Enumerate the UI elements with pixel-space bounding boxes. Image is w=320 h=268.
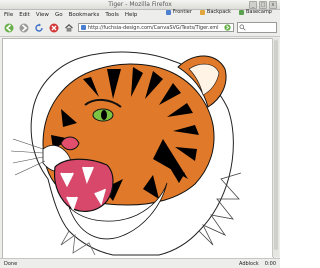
stop-icon: [49, 23, 59, 32]
bookmarks-bar: Frontier Backpack Basecamp: [165, 9, 272, 15]
adblock-indicator[interactable]: Adblock: [239, 261, 259, 267]
forward-arrow-icon: [19, 23, 29, 32]
status-right: Adblock 0:00: [239, 261, 276, 267]
go-button[interactable]: [224, 24, 231, 31]
menu-view[interactable]: View: [36, 12, 49, 18]
address-bar[interactable]: http://fuchsia-design.com/CanvaSVG/Tests…: [78, 23, 234, 32]
bookmark-basecamp[interactable]: Basecamp: [238, 9, 272, 15]
bookmark-label: Basecamp: [245, 9, 272, 15]
window-title: Tiger - Mozilla Firefox: [108, 1, 172, 8]
browser-window: Tiger - Mozilla Firefox _ □ x File Edit …: [0, 0, 280, 268]
bookmark-frontier[interactable]: Frontier: [165, 9, 192, 15]
stop-button[interactable]: [48, 22, 60, 34]
bookmark-label: Frontier: [172, 9, 192, 15]
tiger-illustration: [10, 51, 242, 256]
home-icon: [65, 23, 73, 32]
go-icon: [224, 24, 231, 31]
url-text: http://fuchsia-design.com/CanvaSVG/Tests…: [88, 24, 219, 31]
status-bar: Done Adblock 0:00: [0, 258, 280, 268]
menu-tools[interactable]: Tools: [105, 12, 119, 18]
page-favicon: [81, 25, 86, 30]
maximize-button[interactable]: □: [259, 1, 267, 9]
menu-help[interactable]: Help: [125, 12, 138, 18]
menu-go[interactable]: Go: [55, 12, 63, 18]
back-arrow-icon: [4, 23, 14, 32]
status-text: Done: [4, 260, 18, 267]
search-field[interactable]: [237, 22, 277, 33]
back-button[interactable]: [3, 22, 15, 34]
home-button[interactable]: [63, 22, 75, 34]
reload-icon: [35, 23, 43, 32]
minimize-button[interactable]: _: [249, 1, 257, 9]
menu-edit[interactable]: Edit: [19, 12, 30, 18]
bookmark-label: Backpack: [206, 9, 231, 15]
bookmark-backpack[interactable]: Backpack: [199, 9, 231, 15]
page-content: [2, 38, 274, 259]
load-time: 0:00: [264, 260, 276, 267]
search-icon: [239, 24, 246, 31]
close-button[interactable]: x: [269, 1, 277, 9]
navigation-toolbar: http://fuchsia-design.com/CanvaSVG/Tests…: [0, 19, 280, 37]
scrollbar-thumb[interactable]: [274, 40, 278, 250]
bookmark-icon: [165, 9, 171, 15]
vertical-scrollbar[interactable]: [272, 38, 279, 257]
bookmark-icon: [199, 9, 205, 15]
window-controls: _ □ x: [249, 1, 277, 9]
menu-file[interactable]: File: [4, 12, 13, 18]
menu-bookmarks[interactable]: Bookmarks: [69, 12, 100, 18]
reload-button[interactable]: [33, 22, 45, 34]
bookmark-icon: [238, 9, 244, 15]
forward-button[interactable]: [18, 22, 30, 34]
